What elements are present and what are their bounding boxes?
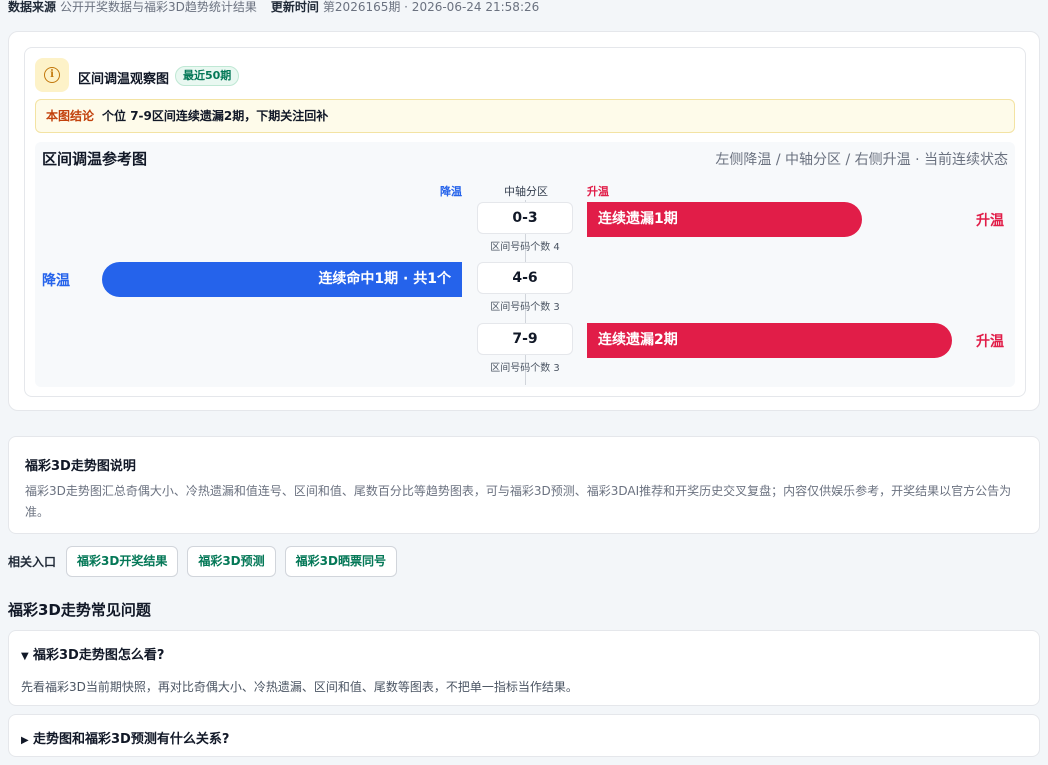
update-value: 第2026165期 · 2026-06-24 21:58:26 bbox=[322, 0, 540, 14]
link-prediction[interactable]: 福彩3D预测 bbox=[187, 546, 276, 577]
faq-item[interactable]: ▼ 福彩3D走势图怎么看? 先看福彩3D当前期快照，再对比奇偶大小、冷热遗漏、区间… bbox=[8, 630, 1040, 706]
zone-label: 7-9 bbox=[477, 323, 573, 355]
warming-label: 升温 bbox=[976, 213, 1004, 229]
header-cool: 降温 bbox=[440, 185, 462, 198]
description-card: 福彩3D走势图说明 福彩3D走势图汇总奇偶大小、冷热遗漏和值连号、区间和值、尾数… bbox=[8, 436, 1040, 534]
chart-subtitle: 左侧降温 / 中轴分区 / 右侧升温 · 当前连续状态 bbox=[715, 152, 1008, 168]
header-warm: 升温 bbox=[587, 185, 609, 198]
conclusion-banner: 本图结论 个位 7-9区间连续遗漏2期，下期关注回补 bbox=[35, 99, 1015, 133]
meta-line: 数据来源 公开开奖数据与福彩3D趋势统计结果 更新时间 第2026165期 · 202… bbox=[8, 0, 539, 14]
update-label: 更新时间 bbox=[270, 0, 319, 14]
faq-question-text: 走势图和福彩3D预测有什么关系? bbox=[33, 732, 230, 747]
header-axis: 中轴分区 bbox=[504, 185, 548, 198]
related-label: 相关入口 bbox=[8, 555, 57, 569]
zone-label: 4-6 bbox=[477, 262, 573, 294]
zone-count: 区间号码个数 3 bbox=[490, 302, 560, 313]
cooling-bar: 连续命中1期 · 共1个 bbox=[102, 262, 462, 297]
cooling-label: 降温 bbox=[42, 273, 70, 289]
card-title: 区间调温观察图 bbox=[78, 72, 170, 87]
zone-count: 区间号码个数 3 bbox=[490, 363, 560, 374]
expanded-triangle-icon: ▼ bbox=[21, 651, 29, 662]
link-ticket-share[interactable]: 福彩3D晒票同号 bbox=[284, 546, 397, 577]
warming-bar: 连续遗漏2期 bbox=[587, 323, 952, 358]
conclusion-tag: 本图结论 bbox=[46, 109, 95, 123]
chart-title: 区间调温参考图 bbox=[42, 150, 148, 168]
faq-question-text: 福彩3D走势图怎么看? bbox=[33, 648, 165, 663]
observation-card: i 区间调温观察图 最近50期 本图结论 个位 7-9区间连续遗漏2期，下期关注回… bbox=[24, 47, 1026, 397]
period-badge: 最近50期 bbox=[175, 66, 240, 86]
zone-temperature-chart: 区间调温参考图 左侧降温 / 中轴分区 / 右侧升温 · 当前连续状态 降温 中… bbox=[35, 142, 1015, 387]
faq-item[interactable]: ▶ 走势图和福彩3D预测有什么关系? bbox=[8, 714, 1040, 757]
faq-title: 福彩3D走势常见问题 bbox=[8, 601, 151, 619]
observation-panel: i 区间调温观察图 最近50期 本图结论 个位 7-9区间连续遗漏2期，下期关注回… bbox=[8, 31, 1040, 411]
link-draw-results[interactable]: 福彩3D开奖结果 bbox=[66, 546, 179, 577]
description-text: 福彩3D走势图汇总奇偶大小、冷热遗漏和值连号、区间和值、尾数百分比等趋势图表，可… bbox=[25, 484, 1012, 519]
collapsed-triangle-icon: ▶ bbox=[21, 735, 29, 746]
zone-label: 0-3 bbox=[477, 202, 573, 234]
related-links: 相关入口 福彩3D开奖结果 福彩3D预测 福彩3D晒票同号 bbox=[8, 546, 406, 577]
faq-question[interactable]: ▶ 走势图和福彩3D预测有什么关系? bbox=[21, 728, 229, 747]
info-icon: i bbox=[35, 58, 69, 92]
warming-bar: 连续遗漏1期 bbox=[587, 202, 862, 237]
source-value: 公开开奖数据与福彩3D趋势统计结果 bbox=[60, 0, 257, 14]
description-title: 福彩3D走势图说明 bbox=[25, 459, 136, 474]
faq-question[interactable]: ▼ 福彩3D走势图怎么看? bbox=[21, 644, 164, 663]
zone-count: 区间号码个数 4 bbox=[490, 242, 560, 253]
warming-label: 升温 bbox=[976, 334, 1004, 350]
source-label: 数据来源 bbox=[8, 0, 57, 14]
faq-answer: 先看福彩3D当前期快照，再对比奇偶大小、冷热遗漏、区间和值、尾数等图表，不把单一… bbox=[21, 680, 578, 694]
conclusion-text: 个位 7-9区间连续遗漏2期，下期关注回补 bbox=[102, 109, 329, 123]
